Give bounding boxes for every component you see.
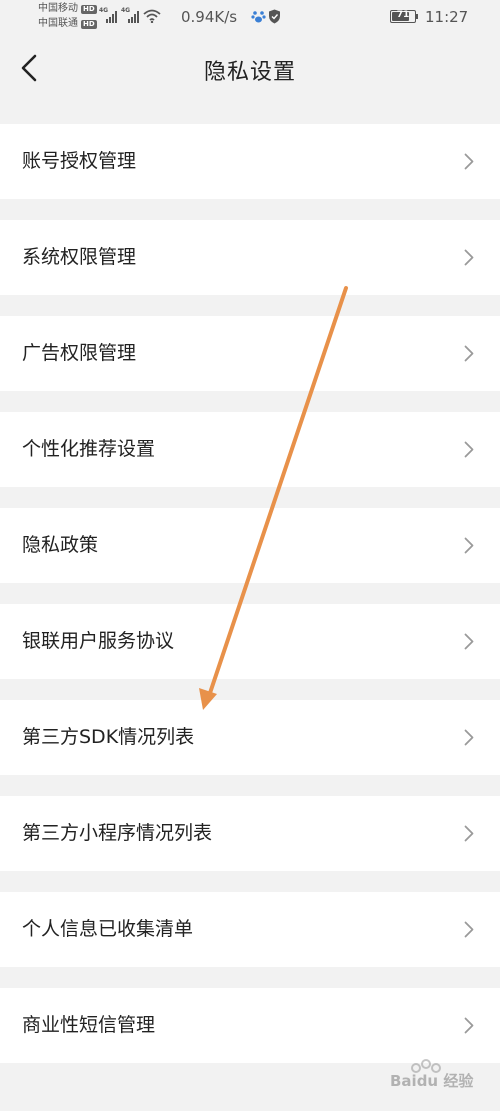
settings-item-system-permissions[interactable]: 系统权限管理: [0, 220, 500, 295]
settings-item-third-party-sdk-list[interactable]: 第三方SDK情况列表: [0, 700, 500, 775]
chevron-right-icon: [464, 729, 474, 746]
battery-level: 71: [396, 10, 410, 20]
settings-item-privacy-policy[interactable]: 隐私政策: [0, 508, 500, 583]
settings-item-commercial-sms[interactable]: 商业性短信管理: [0, 988, 500, 1063]
signal-strength-icon: 4G: [99, 7, 117, 23]
clock: 11:27: [425, 8, 469, 26]
settings-item-label: 账号授权管理: [22, 150, 137, 172]
carrier-2: 中国联通 HD: [38, 18, 97, 30]
carrier-2-label: 中国联通: [38, 18, 78, 29]
settings-item-label: 个性化推荐设置: [22, 438, 156, 460]
settings-item-label: 商业性短信管理: [22, 1014, 156, 1036]
settings-item-third-party-mini-program-list[interactable]: 第三方小程序情况列表: [0, 796, 500, 871]
settings-list: 账号授权管理 系统权限管理 广告权限管理 个性化推荐设置 隐私政策 银联用户服务…: [0, 124, 500, 1084]
settings-item-collected-info-list[interactable]: 个人信息已收集清单: [0, 892, 500, 967]
page-title: 隐私设置: [203, 60, 296, 85]
shield-icon: [269, 9, 280, 24]
chevron-right-icon: [464, 249, 474, 266]
chevron-right-icon: [464, 153, 474, 170]
status-bar: 中国移动 HD 中国联通 HD 4G 4G 0.94K/s 71 11:27: [0, 0, 500, 36]
chevron-right-icon: [464, 825, 474, 842]
chevron-right-icon: [464, 1017, 474, 1034]
chevron-right-icon: [464, 345, 474, 362]
wifi-icon: [143, 9, 161, 23]
settings-item-account-authorization[interactable]: 账号授权管理: [0, 124, 500, 199]
settings-item-ad-permissions[interactable]: 广告权限管理: [0, 316, 500, 391]
chevron-right-icon: [464, 537, 474, 554]
settings-item-label: 第三方小程序情况列表: [22, 822, 213, 844]
signal-group: 4G 4G: [99, 7, 161, 23]
chevron-right-icon: [464, 441, 474, 458]
settings-item-label: 系统权限管理: [22, 246, 137, 268]
signal-strength-icon: 4G: [121, 7, 139, 23]
baidu-watermark-text: Baidu 经验: [390, 1072, 474, 1090]
carrier-1: 中国移动 HD: [38, 3, 97, 15]
hd-badge-2: HD: [81, 19, 97, 29]
settings-item-unionpay-agreement[interactable]: 银联用户服务协议: [0, 604, 500, 679]
paw-icon: [251, 11, 266, 23]
settings-item-label: 个人信息已收集清单: [22, 918, 194, 940]
settings-item-label: 广告权限管理: [22, 342, 137, 364]
battery-icon: 71: [390, 10, 416, 23]
carrier-1-label: 中国移动: [38, 3, 78, 14]
settings-item-label: 银联用户服务协议: [22, 630, 175, 652]
chevron-right-icon: [464, 921, 474, 938]
network-speed: 0.94K/s: [181, 8, 238, 26]
settings-item-personalized-recommendations[interactable]: 个性化推荐设置: [0, 412, 500, 487]
battery-cap: [416, 14, 418, 19]
settings-item-label: 第三方SDK情况列表: [22, 726, 195, 748]
chevron-right-icon: [464, 633, 474, 650]
hd-badge: HD: [81, 4, 97, 14]
settings-item-label: 隐私政策: [22, 534, 99, 556]
nav-bar: 隐私设置: [0, 36, 500, 106]
